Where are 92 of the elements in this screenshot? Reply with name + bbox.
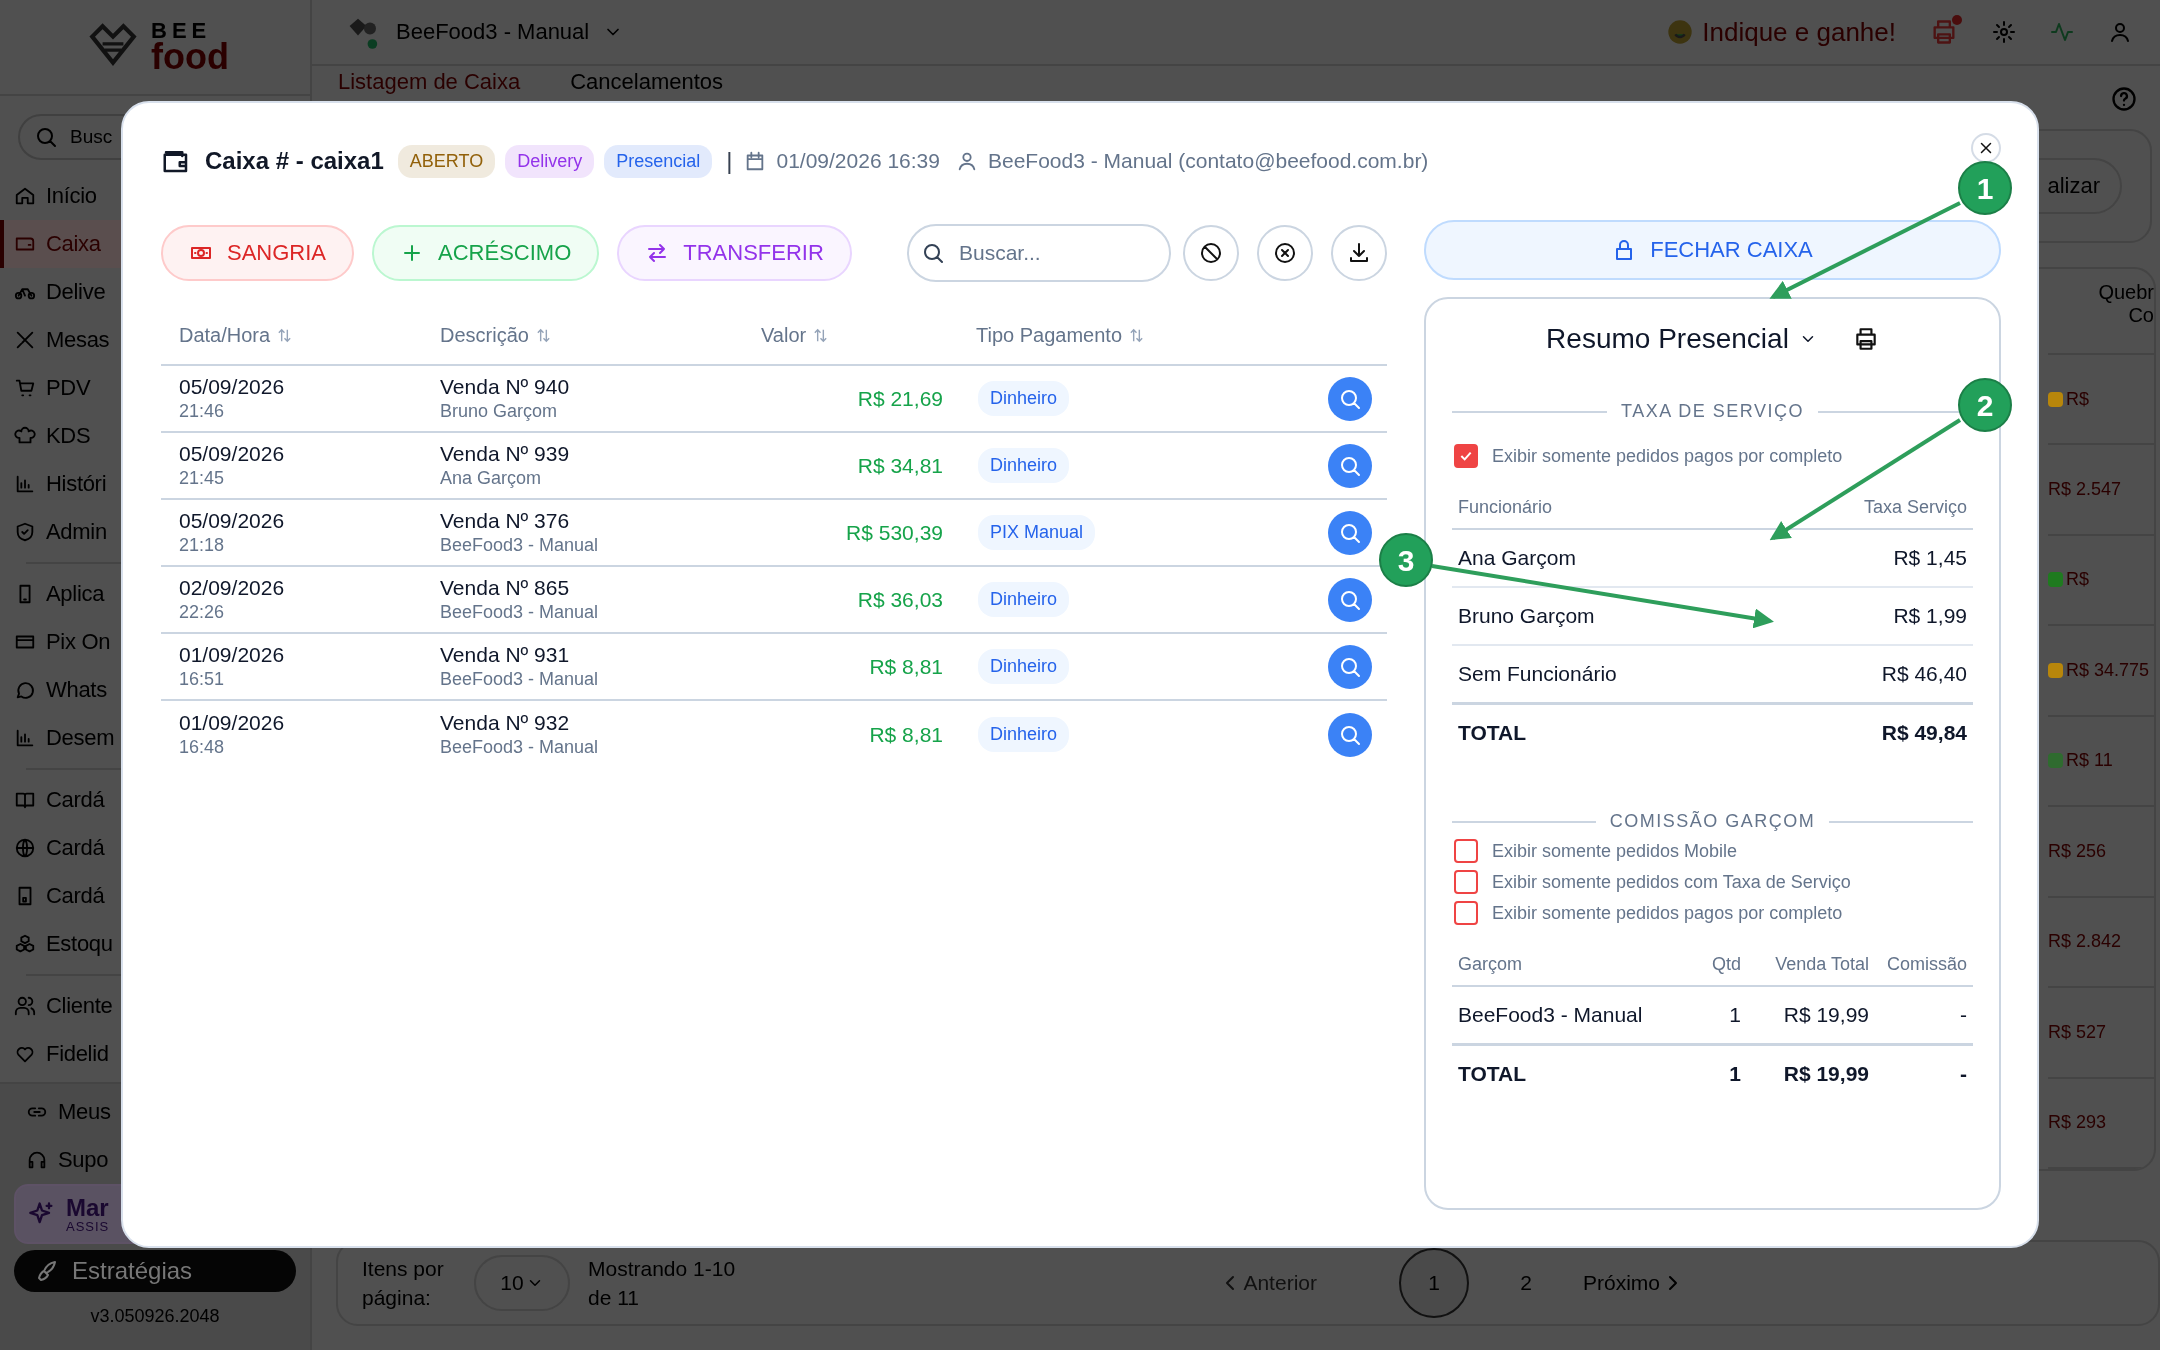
operator-name: BeeFood3 - Manual (contato@beefood.com.br) — [987, 149, 1429, 173]
table-cell: 05/09/2026 — [179, 375, 285, 399]
payment-tag: Dinheiro — [978, 717, 1070, 752]
table-cell: R$ 530,39 — [846, 520, 943, 545]
table-cell-text: BeeFood3 - Manual — [1458, 1003, 1644, 1027]
table-cell-text: Ana Garçom — [1458, 546, 1577, 570]
table-cell: R$ 8,81 — [869, 654, 943, 679]
table-cell: R$ 36,03 — [857, 587, 943, 612]
table-cell: R$ — [2066, 569, 2089, 591]
logo-text: food — [151, 40, 229, 74]
table-cell: R$ — [2066, 388, 2089, 410]
column-header: Venda Total — [1774, 953, 1869, 975]
logo-text: BEE — [151, 20, 212, 41]
separator: | — [726, 147, 733, 175]
table-cell: 21:18 — [179, 535, 225, 556]
table-cell-text: R$ 19,99 — [1782, 1003, 1869, 1027]
column-header: Taxa Serviço — [1863, 496, 1967, 518]
assistant-subtitle: ASSIS — [66, 1219, 110, 1233]
checkbox-label: Exibir somente pedidos com Taxa de Serviço — [1492, 871, 1851, 893]
table-cell-text: TOTAL — [1458, 721, 1528, 745]
checkbox-label: Exibir somente pedidos Mobile — [1492, 840, 1738, 862]
table-cell: R$ 2.547 — [2048, 479, 2122, 500]
payment-tag: Dinheiro — [978, 381, 1070, 416]
table-cell: R$ 46,40 — [1881, 662, 1967, 686]
results-count: Mostrando 1-10 de 11 — [588, 1255, 737, 1311]
opened-date: 01/09/2026 16:39 — [776, 149, 940, 173]
table-cell: 21:46 — [179, 401, 225, 422]
column-header: Quebr — [2098, 281, 2154, 304]
table-cell-text: - — [1959, 1003, 1967, 1027]
assistant-title: Mar — [66, 1195, 110, 1220]
table-cell: Venda Nº 931 — [440, 643, 570, 667]
table-cell-text: 1 — [1728, 1003, 1741, 1027]
table-cell: Ana Garçom — [440, 468, 542, 489]
table-cell: R$ 293 — [2048, 1112, 2107, 1134]
payment-tag: Dinheiro — [978, 582, 1070, 617]
table-cell: 16:48 — [179, 737, 225, 758]
table-cell: R$ 34.775 — [2066, 659, 2150, 681]
payment-tag: Dinheiro — [978, 448, 1070, 483]
table-cell: R$ 2.842 — [2048, 931, 2122, 953]
table-cell: R$ 527 — [2048, 1021, 2107, 1043]
version-label: v3.050926.2048 — [89, 1306, 221, 1327]
checkbox-label: Exibir somente pedidos pagos por completo — [1492, 445, 1843, 467]
table-cell: R$ 11 — [2066, 750, 2113, 772]
table-cell: 05/09/2026 — [179, 442, 285, 466]
table-cell-text: Bruno Garçom — [1458, 604, 1596, 628]
section-heading: COMISSÃO GARÇOM — [1609, 811, 1816, 832]
annotation-number: 1 — [1976, 172, 1994, 205]
table-cell: Venda Nº 939 — [440, 442, 570, 466]
status-badge: Delivery — [505, 144, 595, 178]
table-cell-text: 1 — [1728, 1062, 1741, 1086]
status-badge: ABERTO — [397, 144, 496, 178]
table-cell: 21:45 — [179, 468, 225, 489]
payment-tag: PIX Manual — [978, 515, 1096, 550]
table-cell: BeeFood3 - Manual — [440, 602, 599, 623]
section-heading: TAXA DE SERVIÇO — [1621, 401, 1804, 422]
status-badge: Presencial — [604, 144, 713, 178]
column-header: Qtd — [1711, 953, 1741, 975]
table-cell: BeeFood3 - Manual — [440, 669, 599, 690]
table-cell: 02/09/2026 — [179, 576, 285, 600]
checkbox-label: Exibir somente pedidos pagos por completo — [1492, 902, 1843, 924]
table-cell: BeeFood3 - Manual — [440, 737, 599, 758]
table-cell: R$ 1,45 — [1893, 546, 1967, 570]
table-cell: Bruno Garçom — [440, 401, 558, 422]
table-cell: Venda Nº 376 — [440, 509, 570, 533]
annotation-number: 2 — [1976, 389, 1994, 422]
table-cell: 01/09/2026 — [179, 711, 285, 735]
table-cell: 01/09/2026 — [179, 643, 285, 667]
table-cell: R$ 34,81 — [857, 453, 943, 478]
table-cell: 22:26 — [179, 602, 225, 623]
table-cell: R$ 8,81 — [869, 722, 943, 747]
column-header: Garçom — [1458, 953, 1523, 975]
table-cell: Venda Nº 940 — [440, 375, 570, 399]
table-cell-text: R$ 19,99 — [1782, 1062, 1869, 1086]
table-cell-text: - — [1959, 1062, 1967, 1086]
table-cell-text: Sem Funcionário — [1458, 662, 1618, 686]
dialog-title: Caixa # - caixa1 — [205, 147, 384, 175]
table-cell: R$ 21,69 — [857, 386, 943, 411]
table-cell: R$ 256 — [2048, 840, 2107, 862]
table-cell: BeeFood3 - Manual — [440, 535, 599, 556]
table-cell: R$ 1,99 — [1893, 604, 1967, 628]
annotation-number: 3 — [1397, 544, 1415, 577]
table-cell: 16:51 — [179, 669, 225, 690]
table-cell: Venda Nº 865 — [440, 576, 570, 600]
column-header: Co — [2128, 304, 2154, 327]
per-page-label: Itens por página: — [362, 1255, 445, 1311]
column-header: Funcionário — [1458, 496, 1554, 518]
table-cell: 05/09/2026 — [179, 509, 285, 533]
table-cell: Venda Nº 932 — [440, 711, 570, 735]
table-cell-text: TOTAL — [1458, 1062, 1528, 1086]
column-header: Comissão — [1885, 953, 1967, 975]
table-cell: R$ 49,84 — [1881, 721, 1967, 745]
payment-tag: Dinheiro — [978, 649, 1070, 684]
